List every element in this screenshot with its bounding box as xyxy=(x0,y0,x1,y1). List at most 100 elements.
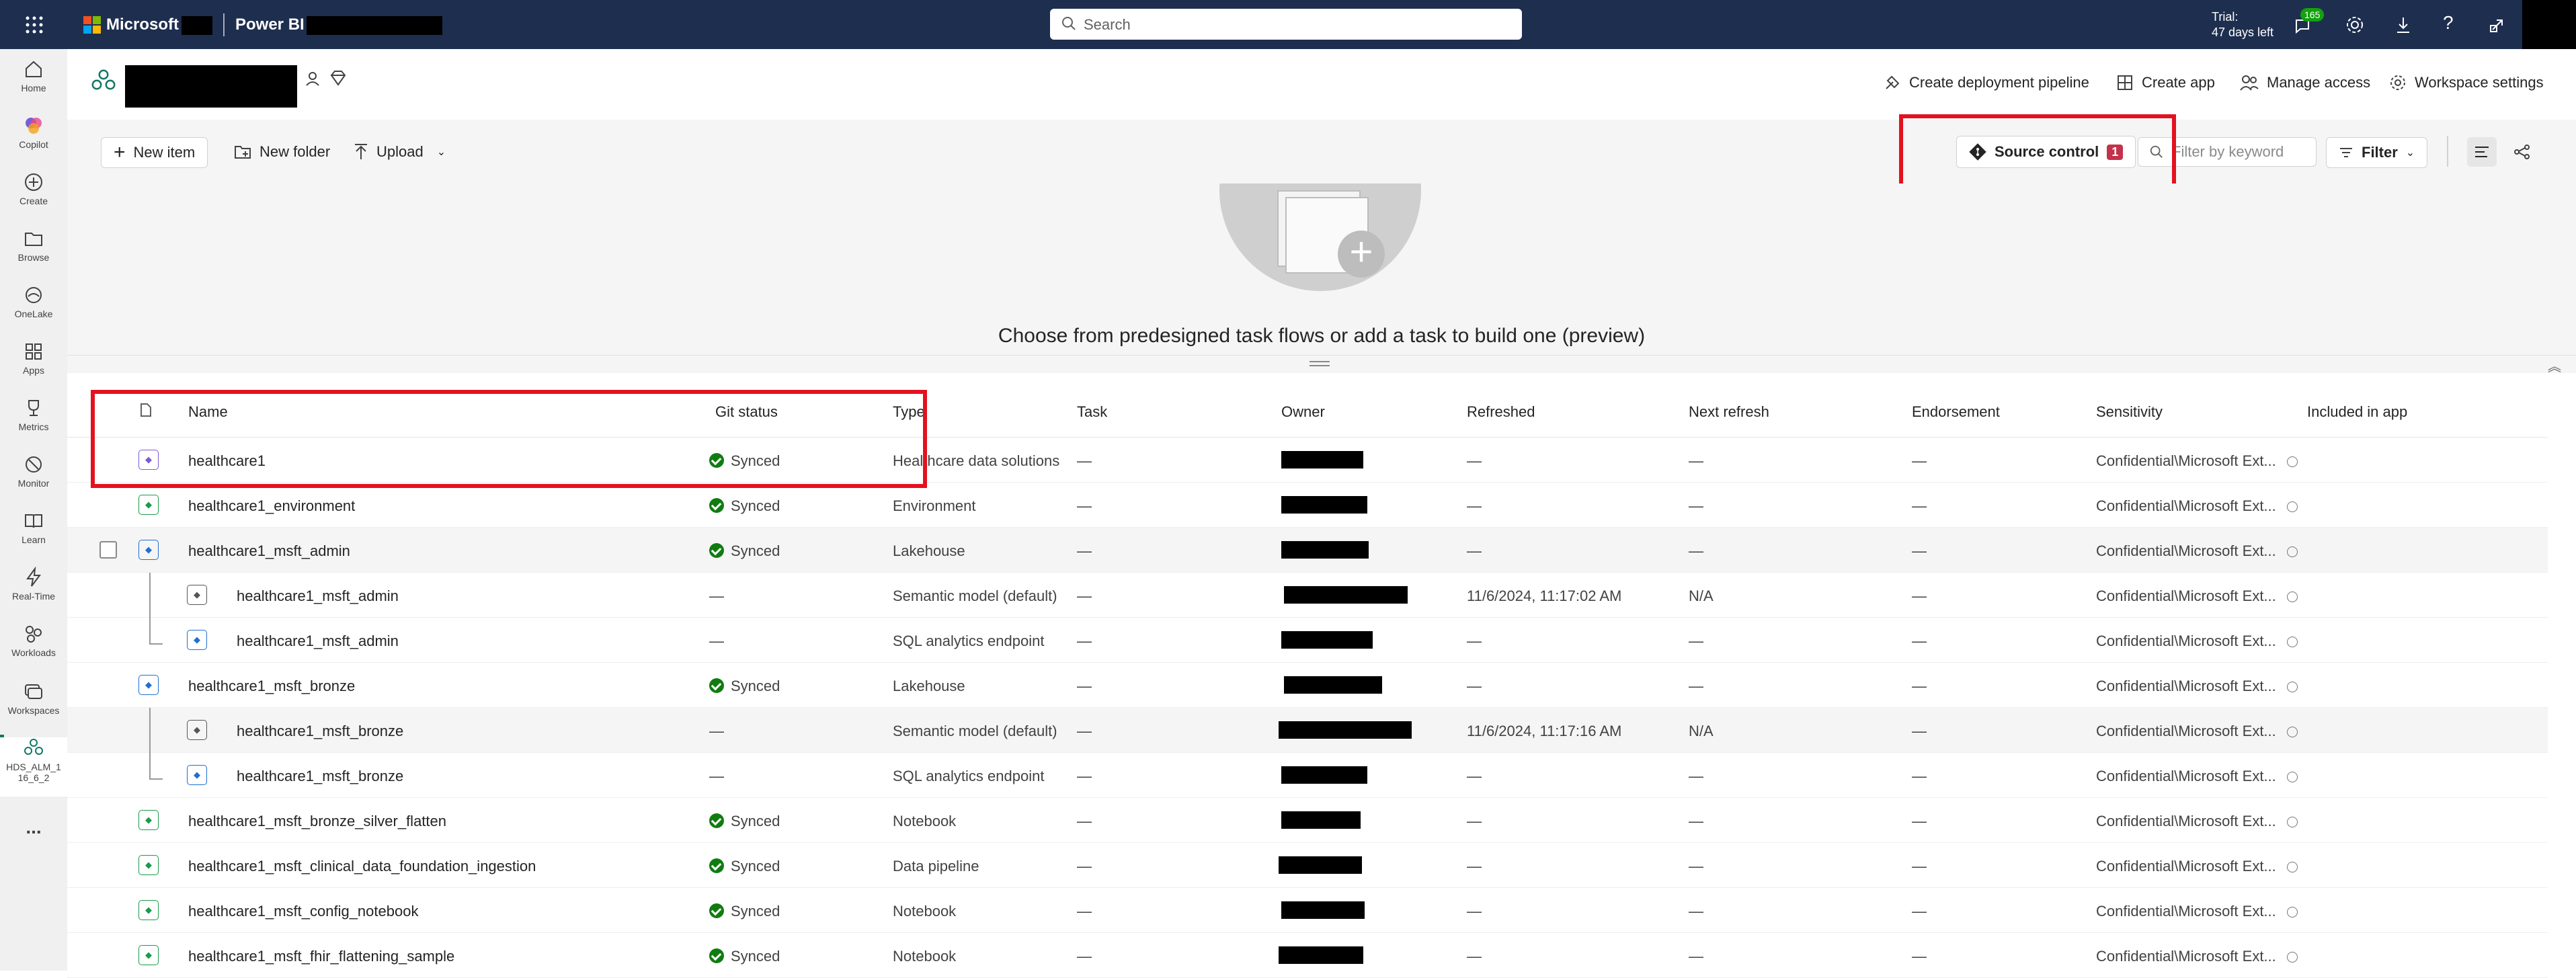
table-row[interactable]: ◆ healthcare1_msft_admin — Semantic model (… xyxy=(67,573,2548,618)
item-name[interactable]: healthcare1_msft_admin xyxy=(237,587,399,605)
collapse-up-icon[interactable]: ︽ xyxy=(2548,356,2561,375)
item-endorsement: — xyxy=(1912,948,1927,965)
search-input[interactable]: Search xyxy=(1050,9,1522,40)
rail-item-onelake[interactable]: OneLake xyxy=(0,284,67,319)
rail-item-apps[interactable]: Apps xyxy=(0,341,67,376)
table-row[interactable]: ◆ healthcare1_msft_clinical_data_foundati… xyxy=(67,843,2548,888)
rail-item-home[interactable]: Home xyxy=(0,58,67,93)
table-row[interactable]: ◆ healthcare1_msft_config_notebook Synced N… xyxy=(67,888,2548,933)
item-name[interactable]: healthcare1_msft_bronze xyxy=(237,723,403,740)
info-icon[interactable] xyxy=(2286,456,2298,468)
app-name[interactable]: Power BI xyxy=(235,15,305,34)
create-app-button[interactable]: Create app xyxy=(2116,69,2215,96)
new-folder-button[interactable]: New folder xyxy=(234,136,330,168)
settings-icon[interactable] xyxy=(2345,15,2365,38)
item-endorsement: — xyxy=(1912,678,1927,694)
info-icon[interactable] xyxy=(2286,817,2298,828)
notifications-icon[interactable]: 165 xyxy=(2292,8,2325,38)
item-next-refresh: — xyxy=(1689,903,1703,920)
table-row[interactable]: ◆ healthcare1_msft_admin — SQL analytics en… xyxy=(67,595,2548,663)
item-type: Semantic model (default) xyxy=(893,587,1057,604)
table-row[interactable]: ◆ healthcare1_environment Synced Environmen… xyxy=(67,483,2548,528)
info-icon[interactable] xyxy=(2286,592,2298,603)
list-view-button[interactable] xyxy=(2467,137,2497,167)
info-icon[interactable] xyxy=(2286,637,2298,648)
trial-days: 47 days left xyxy=(2212,26,2274,39)
rail-item-learn[interactable]: Learn xyxy=(0,510,67,545)
workspace-settings-button[interactable]: Workspace settings xyxy=(2389,69,2544,96)
app-launcher-icon[interactable] xyxy=(26,16,43,37)
info-icon[interactable] xyxy=(2286,546,2298,558)
item-name[interactable]: healthcare1_msft_config_notebook xyxy=(188,903,418,920)
trial-status[interactable]: Trial: 47 days left xyxy=(2212,9,2273,40)
git-status-label: Synced xyxy=(731,497,780,514)
panel-splitter[interactable]: ︽ xyxy=(67,355,2576,374)
account-avatar[interactable] xyxy=(2522,0,2576,49)
rail-item-active-workspace[interactable]: HDS_ALM_1 16_6_2 xyxy=(0,737,67,797)
git-status: Synced xyxy=(709,497,780,515)
download-icon[interactable] xyxy=(2393,15,2413,38)
info-icon[interactable] xyxy=(2286,501,2298,513)
manage-access-button[interactable]: Manage access xyxy=(2240,69,2370,96)
column-header-owner[interactable]: Owner xyxy=(1281,403,1325,421)
table-row[interactable]: ◆ healthcare1_msft_admin Synced Lakehouse — —… xyxy=(67,528,2548,573)
column-header-included-in-app[interactable]: Included in app xyxy=(2307,403,2407,421)
help-icon[interactable]: ? xyxy=(2443,12,2454,34)
row-checkbox[interactable] xyxy=(99,541,117,559)
rail-item-create[interactable]: Create xyxy=(0,171,67,206)
rail-label: Browse xyxy=(17,252,50,263)
redacted-owner xyxy=(1281,496,1367,514)
column-header-sensitivity[interactable]: Sensitivity xyxy=(2096,403,2163,421)
rail-item-workloads[interactable]: Workloads xyxy=(0,623,67,658)
column-header-next-refresh[interactable]: Next refresh xyxy=(1689,403,1769,421)
info-icon[interactable] xyxy=(2286,682,2298,693)
item-name[interactable]: healthcare1_msft_fhir_flattening_sample xyxy=(188,948,454,965)
table-row[interactable]: ◆ healthcare1_msft_bronze Synced Lakehouse —… xyxy=(67,663,2548,708)
table-row[interactable]: ◆ healthcare1_msft_fhir_flattening_sample… xyxy=(67,933,2548,978)
share-feedback-icon[interactable] xyxy=(2487,15,2507,38)
item-type: SQL analytics endpoint xyxy=(893,768,1045,784)
info-icon[interactable] xyxy=(2286,862,2298,873)
filter-button[interactable]: Filter ⌄ xyxy=(2326,137,2428,168)
column-header-endorsement[interactable]: Endorsement xyxy=(1912,403,2000,421)
info-icon[interactable] xyxy=(2286,952,2298,963)
column-header-task[interactable]: Task xyxy=(1077,403,1107,421)
info-icon[interactable] xyxy=(2286,772,2298,783)
microsoft-logo-icon xyxy=(83,16,101,37)
table-row[interactable]: ◆ healthcare1_msft_bronze_silver_flatten S… xyxy=(67,798,2548,843)
item-name[interactable]: healthcare1_msft_admin xyxy=(237,633,399,650)
rail-item-monitor[interactable]: Monitor xyxy=(0,454,67,489)
workspace-identity-icon[interactable] xyxy=(304,69,321,90)
rail-item-metrics[interactable]: Metrics xyxy=(0,397,67,432)
item-endorsement: — xyxy=(1912,497,1927,514)
table-row[interactable]: ◆ healthcare1_msft_bronze — Semantic model … xyxy=(67,708,2548,753)
workspace-name-line1: HDS_ALM_1 xyxy=(6,762,61,772)
more-icon[interactable]: ... xyxy=(0,817,67,838)
rail-item-workspaces[interactable]: Workspaces xyxy=(0,681,67,716)
apps-icon xyxy=(26,343,42,360)
create-deployment-pipeline-button[interactable]: Create deployment pipeline xyxy=(1884,69,2089,96)
git-status: Synced xyxy=(709,678,780,695)
git-status-label: Synced xyxy=(731,813,780,829)
lineage-view-button[interactable] xyxy=(2507,137,2537,167)
workspaces-icon xyxy=(25,684,42,699)
item-name[interactable]: healthcare1_environment xyxy=(188,497,355,515)
item-name[interactable]: healthcare1_msft_bronze xyxy=(237,768,403,785)
upload-button[interactable]: Upload ⌄ xyxy=(354,136,446,168)
rail-label: Workloads xyxy=(11,647,56,658)
item-next-refresh: — xyxy=(1689,678,1703,694)
column-header-refreshed[interactable]: Refreshed xyxy=(1467,403,1535,421)
rail-item-realtime[interactable]: Real-Time xyxy=(0,567,67,602)
info-icon[interactable] xyxy=(2286,907,2298,918)
table-row[interactable]: ◆ healthcare1_msft_bronze — SQL analytics e… xyxy=(67,730,2548,798)
item-name[interactable]: healthcare1_msft_admin xyxy=(188,542,350,560)
item-name[interactable]: healthcare1_msft_bronze xyxy=(188,678,355,695)
trial-label: Trial: xyxy=(2212,10,2239,24)
new-item-button[interactable]: + New item xyxy=(101,137,208,168)
info-icon[interactable] xyxy=(2286,727,2298,738)
redacted-owner xyxy=(1281,631,1373,649)
rail-item-copilot[interactable]: Copilot xyxy=(0,115,67,150)
item-name[interactable]: healthcare1_msft_clinical_data_foundatio… xyxy=(188,858,536,875)
item-name[interactable]: healthcare1_msft_bronze_silver_flatten xyxy=(188,813,446,830)
rail-item-browse[interactable]: Browse xyxy=(0,228,67,263)
